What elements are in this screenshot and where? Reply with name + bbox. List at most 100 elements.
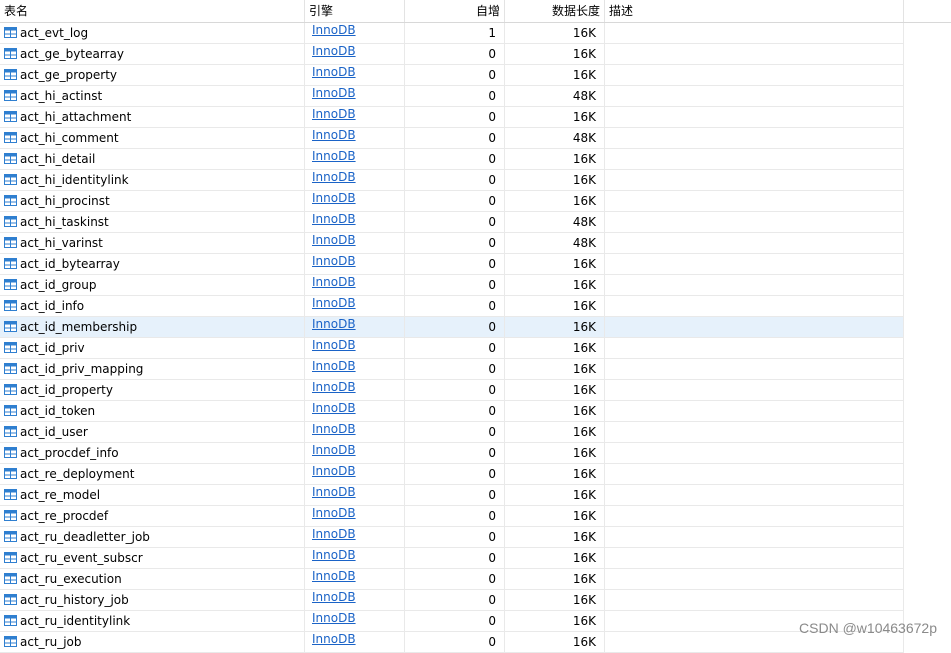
table-row[interactable]: act_hi_attachment InnoDB 0 16K	[0, 107, 904, 128]
table-name-cell[interactable]: act_hi_detail	[0, 149, 305, 169]
table-name-cell[interactable]: act_id_user	[0, 422, 305, 442]
engine-link[interactable]: InnoDB	[312, 191, 356, 205]
table-name-cell[interactable]: act_ru_deadletter_job	[0, 527, 305, 547]
description-cell[interactable]	[605, 23, 904, 43]
table-row[interactable]: act_re_model InnoDB 0 16K	[0, 485, 904, 506]
table-row[interactable]: act_hi_taskinst InnoDB 0 48K	[0, 212, 904, 233]
description-cell[interactable]	[605, 338, 904, 358]
table-name-cell[interactable]: act_re_deployment	[0, 464, 305, 484]
table-name-cell[interactable]: act_re_model	[0, 485, 305, 505]
engine-link[interactable]: InnoDB	[312, 23, 356, 37]
engine-link[interactable]: InnoDB	[312, 86, 356, 100]
engine-link[interactable]: InnoDB	[312, 359, 356, 373]
table-name-cell[interactable]: act_ru_event_subscr	[0, 548, 305, 568]
engine-link[interactable]: InnoDB	[312, 506, 356, 520]
table-name-cell[interactable]: act_procdef_info	[0, 443, 305, 463]
table-name-cell[interactable]: act_hi_comment	[0, 128, 305, 148]
engine-link[interactable]: InnoDB	[312, 611, 356, 625]
column-header-engine[interactable]: 引擎	[305, 0, 405, 22]
engine-link[interactable]: InnoDB	[312, 107, 356, 121]
table-name-cell[interactable]: act_id_info	[0, 296, 305, 316]
column-header-name[interactable]: 表名	[0, 0, 305, 22]
table-name-cell[interactable]: act_id_group	[0, 275, 305, 295]
engine-link[interactable]: InnoDB	[312, 443, 356, 457]
engine-link[interactable]: InnoDB	[312, 422, 356, 436]
table-row[interactable]: act_re_procdef InnoDB 0 16K	[0, 506, 904, 527]
table-name-cell[interactable]: act_id_token	[0, 401, 305, 421]
table-name-cell[interactable]: act_ge_bytearray	[0, 44, 305, 64]
description-cell[interactable]	[605, 359, 904, 379]
table-row[interactable]: act_hi_actinst InnoDB 0 48K	[0, 86, 904, 107]
table-name-cell[interactable]: act_ru_execution	[0, 569, 305, 589]
description-cell[interactable]	[605, 86, 904, 106]
table-name-cell[interactable]: act_ge_property	[0, 65, 305, 85]
description-cell[interactable]	[605, 401, 904, 421]
table-row[interactable]: act_id_bytearray InnoDB 0 16K	[0, 254, 904, 275]
table-row[interactable]: act_id_user InnoDB 0 16K	[0, 422, 904, 443]
description-cell[interactable]	[605, 170, 904, 190]
table-row[interactable]: act_id_info InnoDB 0 16K	[0, 296, 904, 317]
table-name-cell[interactable]: act_id_membership	[0, 317, 305, 337]
engine-link[interactable]: InnoDB	[312, 170, 356, 184]
engine-link[interactable]: InnoDB	[312, 317, 356, 331]
engine-link[interactable]: InnoDB	[312, 380, 356, 394]
description-cell[interactable]	[605, 44, 904, 64]
description-cell[interactable]	[605, 464, 904, 484]
table-name-cell[interactable]: act_hi_identitylink	[0, 170, 305, 190]
engine-link[interactable]: InnoDB	[312, 254, 356, 268]
engine-link[interactable]: InnoDB	[312, 464, 356, 478]
table-name-cell[interactable]: act_hi_taskinst	[0, 212, 305, 232]
column-header-description[interactable]: 描述	[605, 0, 904, 22]
description-cell[interactable]	[605, 107, 904, 127]
engine-link[interactable]: InnoDB	[312, 233, 356, 247]
table-row[interactable]: act_ge_bytearray InnoDB 0 16K	[0, 44, 904, 65]
engine-link[interactable]: InnoDB	[312, 401, 356, 415]
engine-link[interactable]: InnoDB	[312, 296, 356, 310]
engine-link[interactable]: InnoDB	[312, 128, 356, 142]
engine-link[interactable]: InnoDB	[312, 590, 356, 604]
description-cell[interactable]	[605, 191, 904, 211]
table-row[interactable]: act_id_group InnoDB 0 16K	[0, 275, 904, 296]
engine-link[interactable]: InnoDB	[312, 569, 356, 583]
table-name-cell[interactable]: act_ru_identitylink	[0, 611, 305, 631]
engine-link[interactable]: InnoDB	[312, 212, 356, 226]
table-row[interactable]: act_hi_detail InnoDB 0 16K	[0, 149, 904, 170]
engine-link[interactable]: InnoDB	[312, 149, 356, 163]
engine-link[interactable]: InnoDB	[312, 275, 356, 289]
table-row[interactable]: act_hi_identitylink InnoDB 0 16K	[0, 170, 904, 191]
description-cell[interactable]	[605, 506, 904, 526]
engine-link[interactable]: InnoDB	[312, 65, 356, 79]
description-cell[interactable]	[605, 254, 904, 274]
description-cell[interactable]	[605, 233, 904, 253]
table-row[interactable]: act_ru_execution InnoDB 0 16K	[0, 569, 904, 590]
description-cell[interactable]	[605, 548, 904, 568]
engine-link[interactable]: InnoDB	[312, 485, 356, 499]
engine-link[interactable]: InnoDB	[312, 44, 356, 58]
table-row[interactable]: act_ge_property InnoDB 0 16K	[0, 65, 904, 86]
table-name-cell[interactable]: act_id_property	[0, 380, 305, 400]
table-name-cell[interactable]: act_hi_procinst	[0, 191, 305, 211]
description-cell[interactable]	[605, 296, 904, 316]
column-header-data-length[interactable]: 数据长度	[505, 0, 605, 22]
column-header-auto-increment[interactable]: 自增	[405, 0, 505, 22]
engine-link[interactable]: InnoDB	[312, 527, 356, 541]
table-row[interactable]: act_id_priv InnoDB 0 16K	[0, 338, 904, 359]
description-cell[interactable]	[605, 443, 904, 463]
table-row[interactable]: act_ru_event_subscr InnoDB 0 16K	[0, 548, 904, 569]
table-row[interactable]: act_id_token InnoDB 0 16K	[0, 401, 904, 422]
table-name-cell[interactable]: act_ru_job	[0, 632, 305, 652]
table-row[interactable]: act_evt_log InnoDB 1 16K	[0, 23, 904, 44]
table-row[interactable]: act_procdef_info InnoDB 0 16K	[0, 443, 904, 464]
description-cell[interactable]	[605, 527, 904, 547]
table-name-cell[interactable]: act_re_procdef	[0, 506, 305, 526]
table-name-cell[interactable]: act_hi_actinst	[0, 86, 305, 106]
table-name-cell[interactable]: act_id_priv	[0, 338, 305, 358]
table-name-cell[interactable]: act_hi_varinst	[0, 233, 305, 253]
description-cell[interactable]	[605, 317, 904, 337]
table-row[interactable]: act_hi_procinst InnoDB 0 16K	[0, 191, 904, 212]
engine-link[interactable]: InnoDB	[312, 632, 356, 646]
table-name-cell[interactable]: act_ru_history_job	[0, 590, 305, 610]
table-row[interactable]: act_id_priv_mapping InnoDB 0 16K	[0, 359, 904, 380]
description-cell[interactable]	[605, 485, 904, 505]
description-cell[interactable]	[605, 380, 904, 400]
